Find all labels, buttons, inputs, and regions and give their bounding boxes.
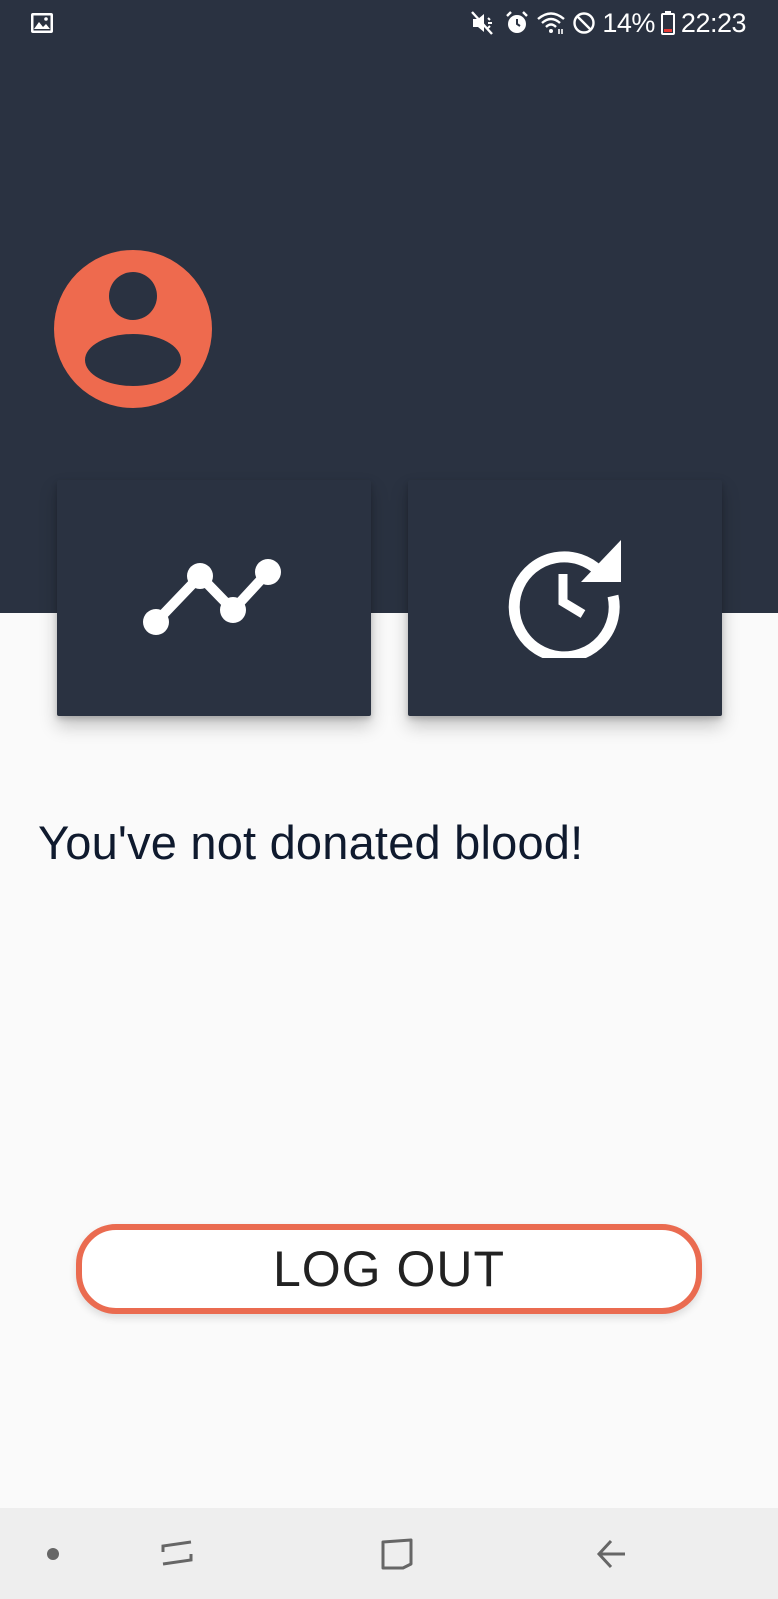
dot-icon[interactable]	[36, 1508, 70, 1599]
do-not-disturb-icon	[572, 11, 596, 35]
home-icon[interactable]	[372, 1508, 422, 1599]
back-icon[interactable]	[586, 1508, 636, 1599]
history-icon	[503, 534, 627, 663]
clock-time: 22:23	[680, 7, 747, 38]
navigation-bar	[0, 1508, 778, 1599]
recent-apps-icon[interactable]	[152, 1508, 202, 1599]
status-bar: 14% 22:23	[0, 0, 778, 46]
logout-button[interactable]: LOG OUT	[76, 1224, 702, 1314]
wifi-icon	[536, 11, 566, 35]
profile-screen: 14% 22:23 You've not donated blood! LOG …	[0, 0, 778, 1599]
donation-status-message: You've not donated blood!	[38, 816, 584, 869]
history-card-button[interactable]	[408, 480, 722, 716]
stats-card-button[interactable]	[57, 480, 371, 716]
battery-percent: 14%	[602, 7, 655, 38]
stats-chart-icon	[142, 556, 286, 641]
alarm-icon	[504, 10, 530, 36]
battery-icon	[660, 11, 675, 35]
mute-icon	[470, 10, 498, 36]
gallery-icon	[30, 12, 54, 34]
account-circle-icon[interactable]	[54, 250, 212, 408]
